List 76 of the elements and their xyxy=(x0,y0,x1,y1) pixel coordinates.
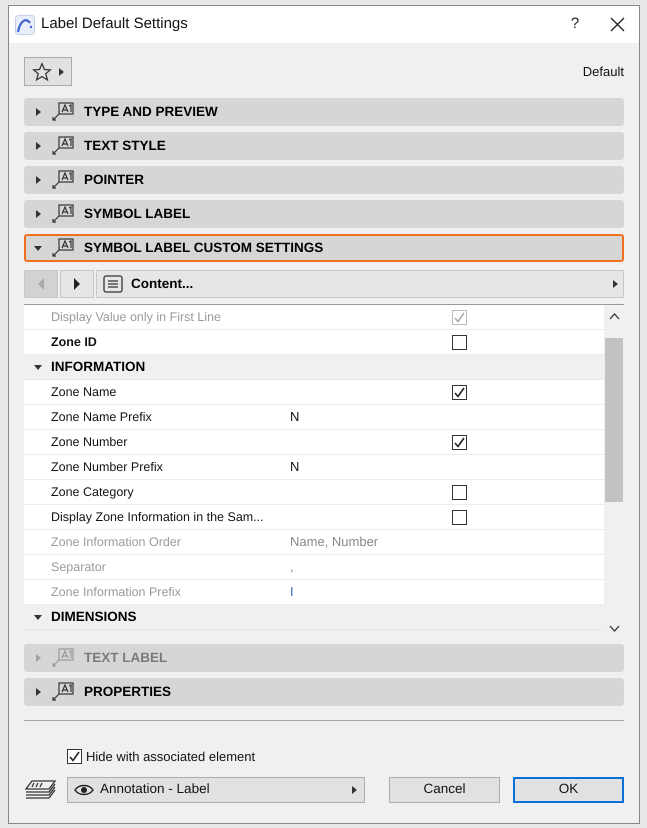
window-title: Label Default Settings xyxy=(41,14,188,34)
panel-title: TEXT LABEL xyxy=(84,648,168,667)
expand-arrow-icon[interactable] xyxy=(34,108,42,116)
panel-title: TEXT STYLE xyxy=(84,136,166,155)
check-icon xyxy=(454,386,465,398)
panel-header[interactable]: SYMBOL LABEL CUSTOM SETTINGS xyxy=(24,234,624,262)
panel-icon xyxy=(50,237,76,259)
checkbox[interactable] xyxy=(67,749,82,764)
panel-title: POINTER xyxy=(84,170,144,189)
panel-title: SYMBOL LABEL CUSTOM SETTINGS xyxy=(84,238,324,257)
setting-label: Display Zone Information in the Sam... xyxy=(51,510,264,524)
expand-arrow-icon[interactable] xyxy=(56,68,64,76)
eye-icon xyxy=(74,782,94,796)
dialog-button[interactable]: OK xyxy=(513,776,624,802)
collapse-arrow-icon[interactable] xyxy=(34,613,42,621)
panel-title: SYMBOL LABEL xyxy=(84,204,190,223)
layer-selector[interactable]: Annotation - Label xyxy=(67,776,365,802)
expand-arrow-icon[interactable] xyxy=(350,786,358,794)
panel-icon xyxy=(50,169,76,191)
group-title: INFORMATION xyxy=(51,358,146,376)
panel-header[interactable]: PROPERTIES xyxy=(24,678,624,706)
panel-icon xyxy=(50,101,76,123)
forward-arrow-icon xyxy=(73,278,81,290)
app-logo-icon xyxy=(15,14,35,34)
setting-label: Separator xyxy=(51,560,106,574)
help-button[interactable]: ? xyxy=(560,13,590,36)
panel-icon xyxy=(50,203,76,225)
expand-arrow-icon[interactable] xyxy=(34,176,42,184)
check-icon xyxy=(454,312,465,322)
expand-arrow-icon[interactable] xyxy=(34,142,42,150)
expand-arrow-icon[interactable] xyxy=(611,280,619,288)
scrollbar-thumb[interactable] xyxy=(605,338,623,502)
checkbox[interactable] xyxy=(452,510,467,524)
setting-label: Zone ID xyxy=(51,335,97,349)
setting-label: Display Value only in First Line xyxy=(51,310,221,324)
list-icon xyxy=(103,275,123,293)
star-icon xyxy=(32,62,52,82)
close-icon[interactable] xyxy=(610,17,625,32)
setting-label: Zone Information Order xyxy=(51,535,181,549)
panel-title: TYPE AND PREVIEW xyxy=(84,102,218,121)
expand-arrow-icon[interactable] xyxy=(34,688,42,696)
panel-header[interactable]: TEXT STYLE xyxy=(24,132,624,160)
expand-arrow-icon[interactable] xyxy=(34,210,42,218)
checkbox[interactable] xyxy=(452,334,467,350)
page-selector[interactable]: Content... xyxy=(96,270,624,298)
favorite-name: Default xyxy=(582,62,624,81)
setting-label: Zone Name xyxy=(51,385,116,399)
setting-label: Zone Number Prefix xyxy=(51,460,163,474)
panel-icon xyxy=(50,681,76,703)
setting-value[interactable]: N xyxy=(290,457,300,477)
checkbox[interactable] xyxy=(452,484,467,500)
favorites-button[interactable] xyxy=(24,57,72,86)
panel-header[interactable]: POINTER xyxy=(24,166,624,194)
panel-icon xyxy=(50,647,76,669)
setting-value[interactable]: N xyxy=(290,407,300,427)
check-icon xyxy=(454,436,465,448)
setting-label: Zone Information Prefix xyxy=(51,585,181,599)
panel-icon xyxy=(50,135,76,157)
checkbox-label: Hide with associated element xyxy=(86,748,256,766)
collapse-arrow-icon[interactable] xyxy=(34,363,42,371)
forward-button[interactable] xyxy=(60,270,94,298)
check-icon xyxy=(69,751,80,762)
panel-header[interactable]: TYPE AND PREVIEW xyxy=(24,98,624,126)
setting-label: Zone Category xyxy=(51,485,134,499)
checkbox[interactable] xyxy=(452,434,467,450)
setting-label: Zone Name Prefix xyxy=(51,410,152,424)
checkbox[interactable] xyxy=(452,384,467,400)
panel-header[interactable]: SYMBOL LABEL xyxy=(24,200,624,228)
panel-title: PROPERTIES xyxy=(84,682,172,701)
back-arrow-icon xyxy=(37,278,45,290)
scroll-up-icon[interactable] xyxy=(608,313,620,320)
setting-label: Zone Number xyxy=(51,435,128,449)
scroll-down-icon[interactable] xyxy=(608,625,620,632)
dialog-button[interactable]: Cancel xyxy=(389,776,500,802)
group-title: DIMENSIONS xyxy=(51,608,137,626)
collapse-arrow-icon[interactable] xyxy=(34,244,42,252)
